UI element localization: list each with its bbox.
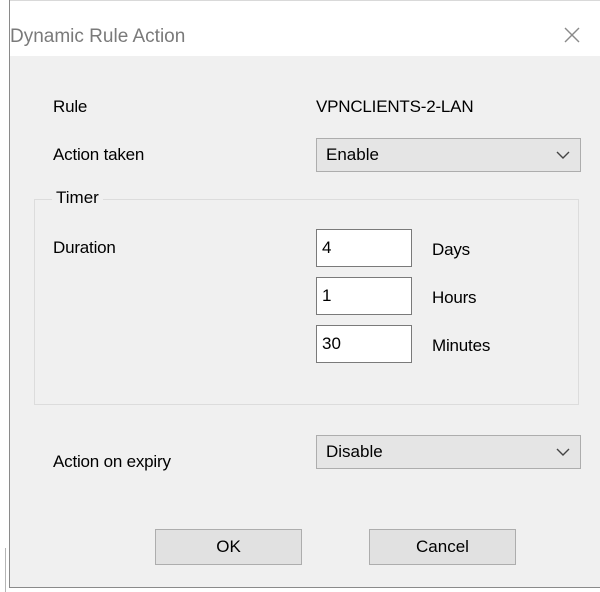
background-window-edge [0, 0, 9, 592]
action-taken-label: Action taken [53, 145, 145, 164]
duration-label: Duration [53, 238, 116, 257]
rule-name-value: VPNCLIENTS-2-LAN [316, 97, 474, 116]
duration-days-value: 4 [322, 238, 332, 257]
action-on-expiry-label: Action on expiry [53, 452, 171, 471]
chevron-down-icon [556, 149, 570, 161]
window-title: Dynamic Rule Action [10, 26, 186, 47]
duration-days-input[interactable]: 4 [316, 229, 412, 267]
cancel-button[interactable]: Cancel [369, 529, 516, 565]
rule-label: Rule [53, 97, 88, 116]
close-icon [558, 21, 586, 49]
timer-group-label: Timer [52, 188, 103, 208]
close-button[interactable] [558, 21, 586, 49]
duration-minutes-input[interactable]: 30 [316, 325, 412, 363]
duration-hours-value: 1 [322, 286, 332, 305]
action-on-expiry-selected-value: Disable [326, 442, 383, 461]
ok-button[interactable]: OK [155, 529, 302, 565]
minutes-unit-label: Minutes [432, 336, 491, 355]
background-window-divider [5, 548, 6, 592]
dynamic-rule-action-dialog: Dynamic Rule Action Rule VPNCLIENTS-2-LA… [9, 0, 600, 588]
hours-unit-label: Hours [432, 288, 477, 307]
screen: Dynamic Rule Action Rule VPNCLIENTS-2-LA… [0, 0, 600, 592]
chevron-down-icon [556, 446, 570, 458]
days-unit-label: Days [432, 240, 470, 259]
duration-minutes-value: 30 [322, 334, 341, 353]
timer-groupbox [34, 199, 579, 405]
action-on-expiry-dropdown[interactable]: Disable [316, 435, 581, 469]
action-taken-selected-value: Enable [326, 145, 379, 164]
title-bar[interactable]: Dynamic Rule Action [10, 0, 600, 56]
action-taken-dropdown[interactable]: Enable [316, 138, 581, 172]
duration-hours-input[interactable]: 1 [316, 277, 412, 315]
